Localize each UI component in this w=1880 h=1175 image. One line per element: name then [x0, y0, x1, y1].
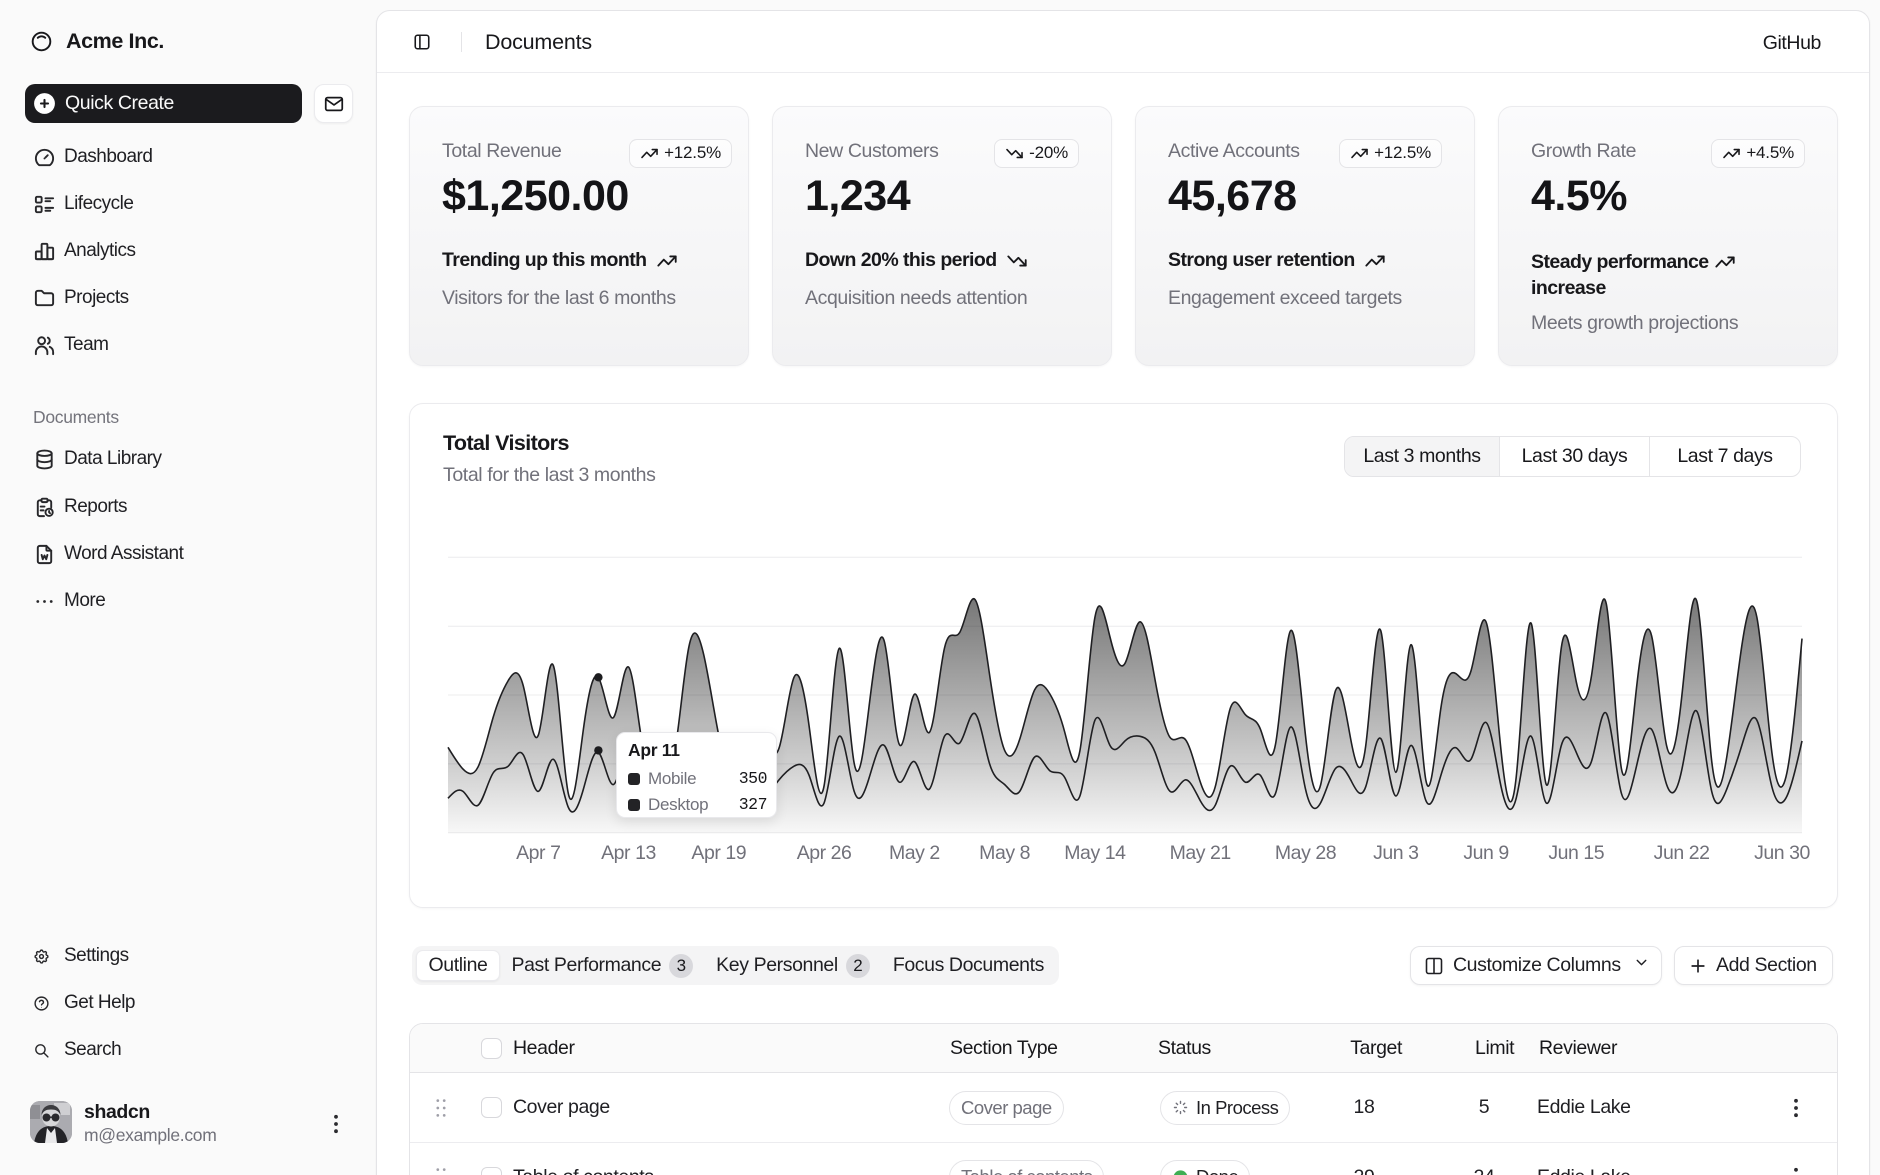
- svg-text:Apr 26: Apr 26: [797, 842, 852, 864]
- svg-text:Apr 13: Apr 13: [601, 842, 656, 864]
- svg-text:May 2: May 2: [889, 842, 940, 864]
- svg-text:May 21: May 21: [1170, 842, 1231, 864]
- svg-text:Jun 30: Jun 30: [1754, 842, 1810, 864]
- svg-text:Apr 7: Apr 7: [516, 842, 560, 864]
- svg-text:Jun 9: Jun 9: [1463, 842, 1508, 864]
- svg-text:Apr 19: Apr 19: [691, 842, 746, 864]
- svg-text:May 14: May 14: [1064, 842, 1126, 864]
- svg-text:Jun 3: Jun 3: [1373, 842, 1418, 864]
- svg-text:Jun 15: Jun 15: [1548, 842, 1604, 864]
- svg-text:May 28: May 28: [1275, 842, 1336, 864]
- svg-text:May 8: May 8: [979, 842, 1030, 864]
- svg-text:Jun 22: Jun 22: [1654, 842, 1710, 864]
